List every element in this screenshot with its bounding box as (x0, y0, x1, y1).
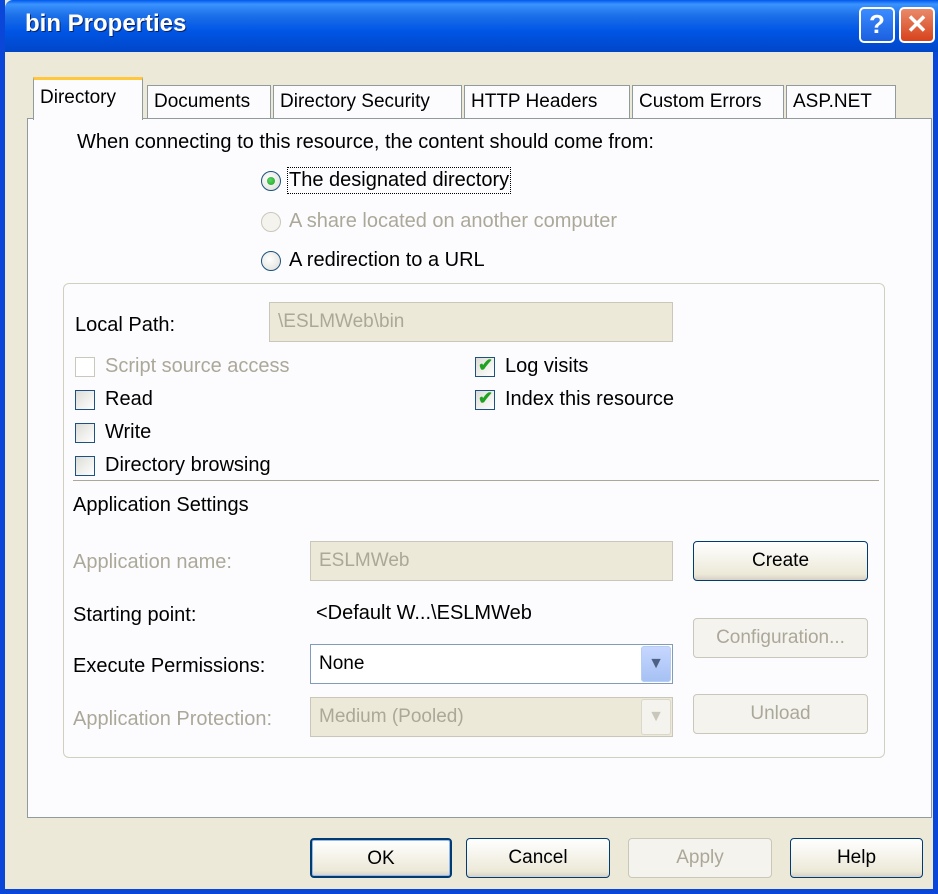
radio-share-another-computer (261, 212, 281, 232)
tab-directory[interactable]: Directory (33, 77, 143, 120)
checkbox-directory-browsing[interactable] (75, 456, 95, 476)
tab-asp-net[interactable]: ASP.NET (786, 85, 896, 118)
application-protection-select: Medium (Pooled) ▼ (310, 697, 673, 737)
application-protection-label: Application Protection: (73, 708, 273, 730)
application-settings-heading: Application Settings (73, 494, 249, 516)
radio-designated-directory[interactable] (261, 171, 281, 191)
checkbox-read[interactable] (75, 390, 95, 410)
application-name-field: ESLMWeb (310, 541, 673, 581)
log-visits-label[interactable]: Log visits (505, 355, 588, 378)
starting-point-label: Starting point: (73, 604, 197, 626)
window-title: bin Properties (25, 10, 187, 37)
configuration-button: Configuration... (693, 618, 868, 658)
starting-point-value: <Default W...\ESLMWeb (316, 602, 532, 624)
checkbox-log-visits[interactable]: ✔ (475, 355, 495, 377)
checkmark-icon: ✔ (478, 355, 494, 375)
radio-redirection-url[interactable] (261, 251, 281, 271)
unload-button: Unload (693, 694, 868, 734)
apply-button: Apply (628, 838, 772, 878)
radio-share-label: A share located on another computer (289, 210, 617, 232)
help-icon[interactable]: ? (859, 7, 895, 43)
write-label[interactable]: Write (105, 421, 151, 444)
ok-button[interactable]: OK (310, 838, 452, 878)
chevron-down-icon[interactable]: ▼ (641, 646, 671, 682)
checkbox-index-resource[interactable]: ✔ (475, 388, 495, 410)
local-path-label: Local Path: (75, 314, 176, 336)
title-bar[interactable]: bin Properties ? ✕ (5, 0, 938, 52)
create-button[interactable]: Create (693, 541, 868, 581)
read-label[interactable]: Read (105, 388, 153, 411)
close-icon[interactable]: ✕ (899, 7, 935, 43)
properties-dialog: bin Properties ? ✕ Directory Documents D… (0, 0, 938, 894)
script-source-access-label: Script source access (105, 355, 290, 377)
radio-designated-directory-label[interactable]: The designated directory (286, 167, 512, 194)
tab-documents[interactable]: Documents (147, 85, 271, 118)
tab-http-headers[interactable]: HTTP Headers (464, 85, 630, 118)
index-resource-label[interactable]: Index this resource (505, 388, 674, 411)
local-path-field: \ESLMWeb\bin (269, 302, 673, 342)
help-button[interactable]: Help (790, 838, 923, 878)
app-settings-divider (73, 480, 879, 481)
execute-permissions-label: Execute Permissions: (73, 655, 266, 677)
tab-custom-errors[interactable]: Custom Errors (632, 85, 784, 118)
application-protection-value: Medium (Pooled) (319, 706, 464, 727)
content-source-prompt: When connecting to this resource, the co… (77, 131, 654, 153)
checkbox-script-source-access (75, 357, 95, 377)
execute-permissions-value: None (319, 653, 365, 674)
checkmark-icon: ✔ (478, 388, 494, 408)
chevron-down-icon: ▼ (641, 699, 671, 735)
radio-redirection-label[interactable]: A redirection to a URL (289, 249, 485, 272)
checkbox-write[interactable] (75, 423, 95, 443)
cancel-button[interactable]: Cancel (466, 838, 610, 878)
directory-browsing-label[interactable]: Directory browsing (105, 454, 271, 477)
execute-permissions-select[interactable]: None ▼ (310, 644, 673, 684)
tab-directory-security[interactable]: Directory Security (273, 85, 462, 118)
application-name-label: Application name: (73, 551, 232, 573)
